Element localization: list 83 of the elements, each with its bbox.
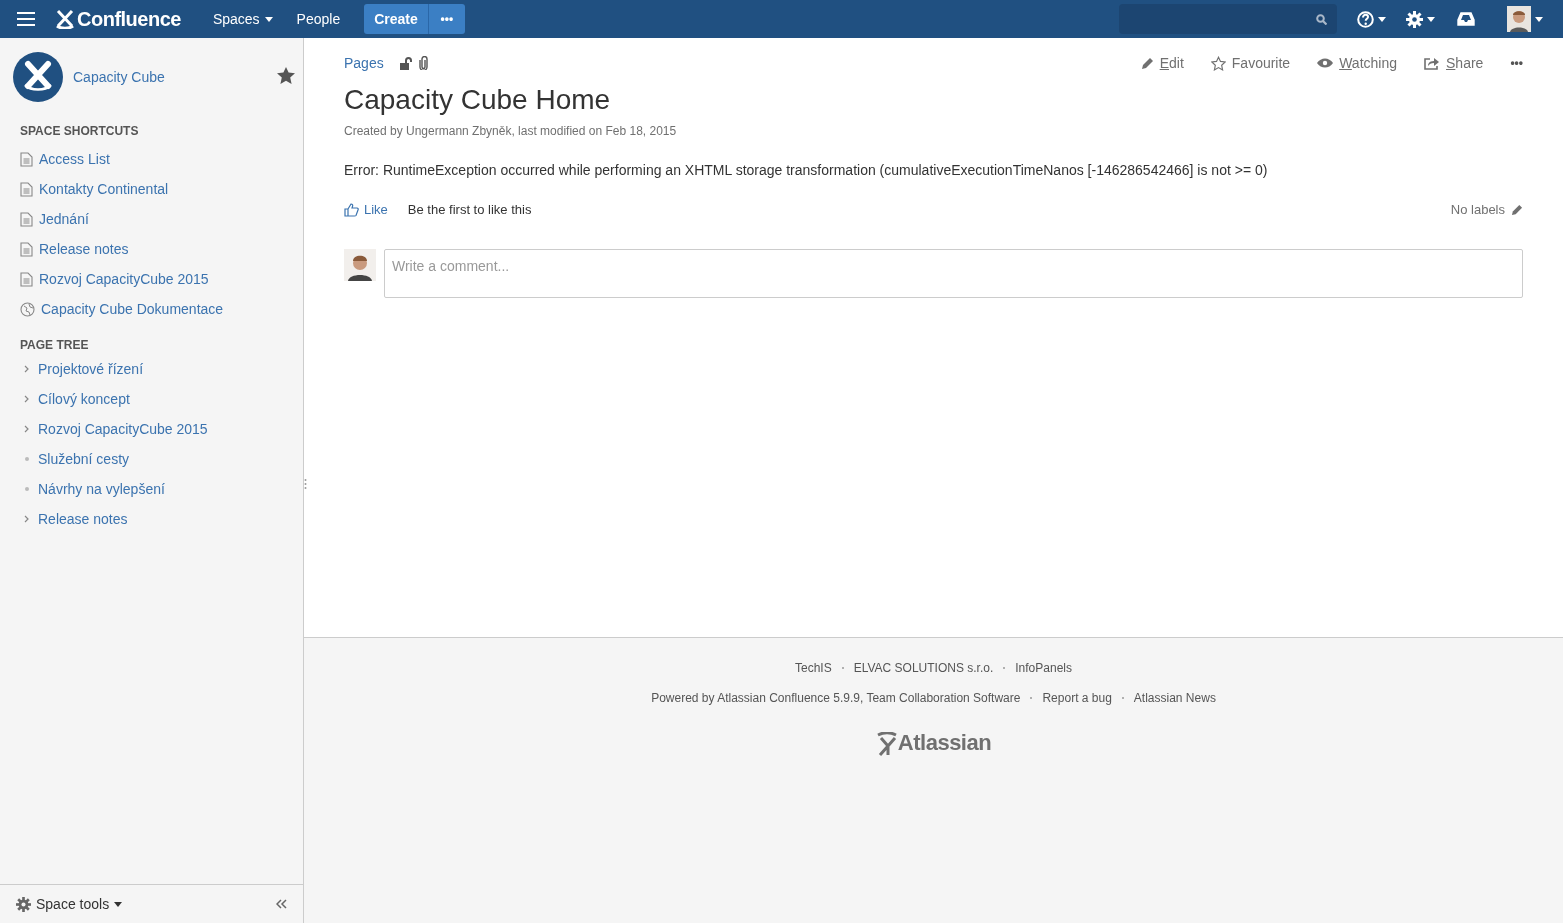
shortcut-link[interactable]: Jednání	[13, 204, 303, 234]
share-button[interactable]: Share	[1424, 55, 1484, 71]
edit-button[interactable]: Edit	[1140, 55, 1184, 71]
page-title: Capacity Cube Home	[344, 84, 612, 116]
labels-status: No labels	[1450, 202, 1505, 217]
paperclip-icon[interactable]	[418, 56, 428, 70]
shortcut-link[interactable]: Access List	[13, 144, 303, 174]
thumbs-up-icon	[344, 202, 359, 217]
help-icon	[1357, 10, 1374, 28]
footer-logo[interactable]: Atlassian	[897, 730, 992, 756]
gear-icon	[16, 896, 31, 912]
tree-item-link[interactable]: Rozvoj CapacityCube 2015	[38, 421, 208, 437]
chevron-right-icon[interactable]	[24, 365, 29, 373]
create-button[interactable]: Create	[364, 4, 428, 34]
tree-item-link[interactable]: Cílový koncept	[38, 391, 130, 407]
footer-link[interactable]: InfoPanels	[1015, 661, 1072, 675]
footer-link[interactable]: TechIS	[795, 661, 832, 675]
menu-icon[interactable]	[17, 12, 35, 26]
space-name-link[interactable]: Capacity Cube	[73, 69, 165, 85]
pencil-icon	[1140, 56, 1154, 70]
shortcut-link[interactable]: Kontakty Continental	[13, 174, 303, 204]
page-icon	[20, 151, 33, 167]
caret-icon	[1378, 16, 1386, 22]
settings-icon	[1406, 10, 1423, 28]
unlock-icon[interactable]	[399, 56, 413, 70]
star-icon	[1210, 55, 1226, 71]
nav-menu[interactable]: Spaces	[200, 0, 285, 38]
user-menu[interactable]	[1507, 6, 1543, 32]
shortcut-link[interactable]: Capacity Cube Dokumentace	[13, 294, 303, 324]
tree-item-link[interactable]: Služební cesty	[38, 451, 130, 467]
like-button[interactable]: Like	[344, 202, 388, 217]
caret-icon	[264, 16, 273, 22]
chevron-right-icon[interactable]	[24, 425, 29, 433]
page-icon	[20, 271, 33, 287]
caret-icon	[1427, 16, 1435, 22]
globe-icon	[20, 301, 35, 317]
comment-field[interactable]: Write a comment...	[384, 249, 1523, 298]
shortcut-link[interactable]: Rozvoj CapacityCube 2015	[13, 264, 303, 294]
avatar-icon	[1507, 6, 1531, 32]
footer-link[interactable]: ELVAC SOLUTIONS s.r.o.	[853, 661, 994, 675]
tree-item-link[interactable]: Projektové řízení	[38, 361, 144, 377]
nav-menu[interactable]: People	[284, 0, 353, 38]
bullet-icon	[24, 487, 29, 491]
page-icon	[20, 181, 33, 197]
product-logo[interactable]: Confluence	[77, 7, 181, 31]
footer-link[interactable]: Atlassian News	[1133, 691, 1216, 705]
more-button[interactable]: •••	[427, 4, 465, 34]
share-icon	[1424, 56, 1440, 70]
bullet-icon	[24, 457, 29, 461]
chevron-right-icon[interactable]	[24, 395, 29, 403]
space-logo-icon[interactable]	[13, 52, 63, 102]
section-heading: PAGE TREE	[20, 338, 90, 352]
search-icon	[1316, 13, 1327, 25]
search-field[interactable]	[1119, 4, 1337, 34]
section-heading: SPACE SHORTCUTS	[20, 124, 140, 138]
help-menu[interactable]	[1357, 10, 1386, 28]
error-message: Error: RuntimeException occurred while performing an XHTML storage transformation (cumulativeExecutionTimeNanos [-146286542466] is not >= 0)	[344, 162, 1269, 178]
footer-link[interactable]: Report a bug	[1042, 691, 1112, 705]
chevron-right-icon[interactable]	[24, 515, 29, 523]
settings-menu[interactable]	[1406, 10, 1435, 28]
footer-link[interactable]: Powered by Atlassian Confluence 5.9.9, Team Collaboration Software	[651, 691, 1021, 705]
page-byline: Created by Ungermann Zbyněk, last modified on Feb 18, 2015	[344, 124, 678, 138]
pencil-icon[interactable]	[1511, 203, 1523, 216]
like-note: Be the first to like this	[407, 202, 532, 217]
collapse-icon[interactable]	[276, 899, 287, 909]
caret-icon	[114, 901, 123, 907]
watch-button[interactable]: Watching	[1317, 55, 1397, 71]
caret-icon	[1535, 16, 1543, 22]
eye-icon	[1317, 58, 1334, 68]
tree-item-link[interactable]: Release notes	[38, 511, 128, 527]
avatar-icon	[344, 249, 376, 281]
page-icon	[20, 211, 33, 227]
logo-icon	[55, 9, 75, 29]
breadcrumb-link[interactable]: Pages	[344, 55, 384, 71]
star-icon[interactable]	[277, 67, 295, 84]
more-actions-button[interactable]: •••	[1510, 56, 1523, 70]
shortcut-link[interactable]: Release notes	[13, 234, 303, 264]
favourite-button[interactable]: Favourite	[1210, 55, 1291, 71]
tree-item-link[interactable]: Návrhy na vylepšení	[38, 481, 165, 497]
space-tools-button[interactable]: Space tools	[16, 896, 123, 912]
atlassian-logo-icon	[875, 732, 898, 756]
page-icon	[20, 241, 33, 257]
inbox-icon[interactable]	[1457, 12, 1475, 26]
